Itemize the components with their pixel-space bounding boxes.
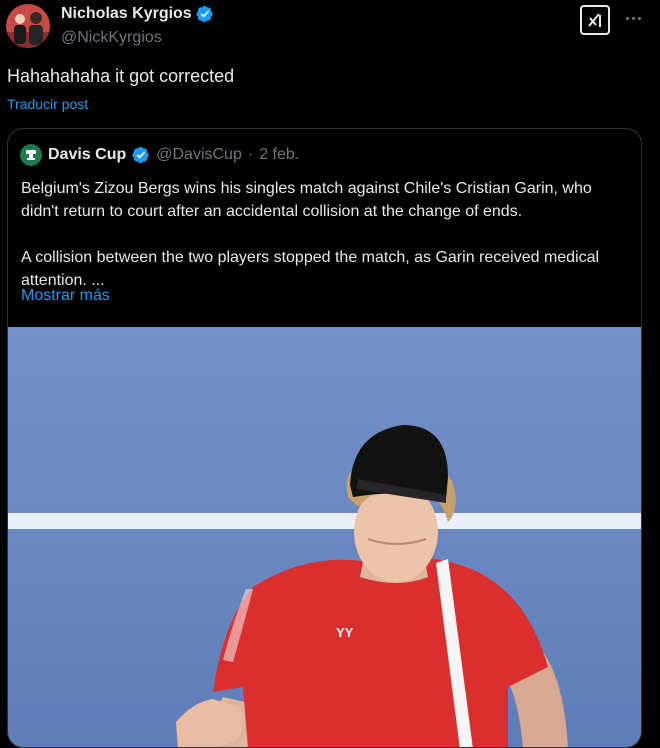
- date-separator: ·: [247, 146, 254, 163]
- davis-cup-logo: [20, 144, 42, 166]
- more-options-icon: [631, 16, 635, 20]
- quoted-post-card[interactable]: Davis Cup @DavisCup · 2 feb. Belgium's Z…: [7, 128, 642, 748]
- svg-text:YY: YY: [336, 625, 354, 640]
- author-name[interactable]: Nicholas Kyrgios: [61, 5, 192, 23]
- verified-badge-icon: [132, 146, 149, 164]
- translate-post-link[interactable]: Traducir post: [7, 96, 88, 112]
- grok-icon: [588, 13, 601, 27]
- quoted-author-name[interactable]: Davis Cup: [48, 146, 126, 164]
- author-avatar[interactable]: [6, 4, 50, 48]
- verified-badge-icon: [196, 5, 213, 23]
- quoted-paragraph: A collision between the two players stop…: [21, 249, 600, 289]
- quoted-paragraph: Belgium's Zizou Bergs wins his singles m…: [21, 180, 592, 220]
- tennis-player-photo[interactable]: YY: [8, 327, 641, 747]
- quoted-post-text: Belgium's Zizou Bergs wins his singles m…: [21, 177, 621, 292]
- author-name-row[interactable]: Nicholas Kyrgios: [61, 5, 214, 23]
- more-options-icon: [637, 16, 641, 20]
- grok-button[interactable]: [580, 5, 610, 35]
- more-options-icon: [625, 16, 629, 20]
- post-text: Hahahahaha it got corrected: [7, 66, 235, 86]
- show-more-link[interactable]: Mostrar más: [21, 287, 110, 305]
- more-options-button[interactable]: [622, 8, 644, 28]
- quoted-author-handle[interactable]: @DavisCup: [156, 146, 242, 164]
- quoted-header: Davis Cup @DavisCup · 2 feb.: [20, 143, 299, 167]
- quoted-post-date[interactable]: 2 feb.: [259, 146, 299, 164]
- author-handle[interactable]: @NickKyrgios: [61, 29, 162, 47]
